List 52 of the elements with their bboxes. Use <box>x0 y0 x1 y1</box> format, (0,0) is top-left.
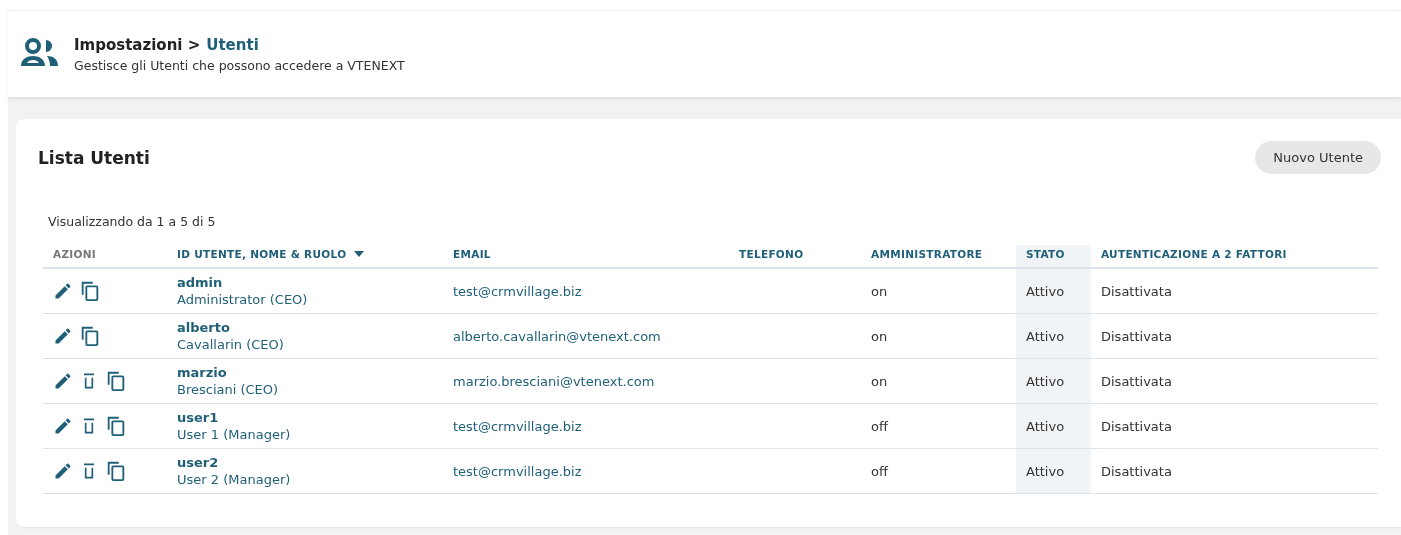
edit-icon[interactable] <box>53 416 73 436</box>
edit-icon[interactable] <box>53 371 73 391</box>
column-header[interactable]: TELEFONO <box>729 245 861 268</box>
user-id[interactable]: alberto <box>177 320 433 335</box>
column-header: AZIONI <box>43 245 167 268</box>
status-cell: Attivo <box>1026 463 1065 479</box>
copy-icon[interactable] <box>79 325 101 347</box>
copy-icon[interactable] <box>105 460 127 482</box>
status-cell: Attivo <box>1026 328 1065 344</box>
user-id[interactable]: admin <box>177 275 433 290</box>
admin-cell: off <box>871 463 888 479</box>
two-factor-cell: Disattivata <box>1101 283 1172 299</box>
breadcrumb-parent[interactable]: Impostazioni > <box>74 35 201 54</box>
copy-icon[interactable] <box>79 280 101 302</box>
breadcrumb-current: Utenti <box>206 35 259 54</box>
status-cell: Attivo <box>1026 283 1065 299</box>
new-user-button[interactable]: Nuovo Utente <box>1255 141 1381 174</box>
email-cell: alberto.cavallarin@vtenext.com <box>453 328 661 344</box>
column-header[interactable]: ID UTENTE, NOME & RUOLO <box>167 245 443 268</box>
user-name-role: Cavallarin (CEO) <box>177 337 285 352</box>
user-id[interactable]: user2 <box>177 455 433 470</box>
status-cell: Attivo <box>1026 418 1065 434</box>
two-factor-cell: Disattivata <box>1101 463 1172 479</box>
copy-icon[interactable] <box>105 415 127 437</box>
admin-cell: off <box>871 418 888 434</box>
email-cell: test@crmvillage.biz <box>453 463 582 479</box>
card-title: Lista Utenti <box>38 147 150 168</box>
edit-icon[interactable] <box>53 461 73 481</box>
column-header[interactable]: STATO <box>1016 245 1091 268</box>
page-subtitle: Gestisce gli Utenti che possono accedere a VTENEXT <box>74 57 405 73</box>
admin-cell: on <box>871 283 888 299</box>
two-factor-cell: Disattivata <box>1101 328 1172 344</box>
user-name-role: User 1 (Manager) <box>177 427 292 442</box>
column-header[interactable]: AUTENTICAZIONE A 2 FATTORI <box>1091 245 1378 268</box>
column-header[interactable]: EMAIL <box>443 245 729 268</box>
copy-icon[interactable] <box>105 370 127 392</box>
email-cell: marzio.bresciani@vtenext.com <box>453 373 655 389</box>
edit-icon[interactable] <box>53 326 73 346</box>
edit-icon[interactable] <box>53 281 73 301</box>
user-id[interactable]: marzio <box>177 365 433 380</box>
user-name-role: Bresciani (CEO) <box>177 382 280 397</box>
results-summary: Visualizzando da 1 a 5 di 5 <box>48 214 217 229</box>
user-name-role: Administrator (CEO) <box>177 292 309 307</box>
admin-cell: on <box>871 328 888 344</box>
user-name-role: User 2 (Manager) <box>177 472 292 487</box>
user-id[interactable]: user1 <box>177 410 433 425</box>
email-cell: test@crmvillage.biz <box>453 418 582 434</box>
admin-cell: on <box>871 373 888 389</box>
status-cell: Attivo <box>1026 373 1065 389</box>
two-factor-cell: Disattivata <box>1101 418 1172 434</box>
two-factor-cell: Disattivata <box>1101 373 1172 389</box>
email-cell: test@crmvillage.biz <box>453 283 582 299</box>
